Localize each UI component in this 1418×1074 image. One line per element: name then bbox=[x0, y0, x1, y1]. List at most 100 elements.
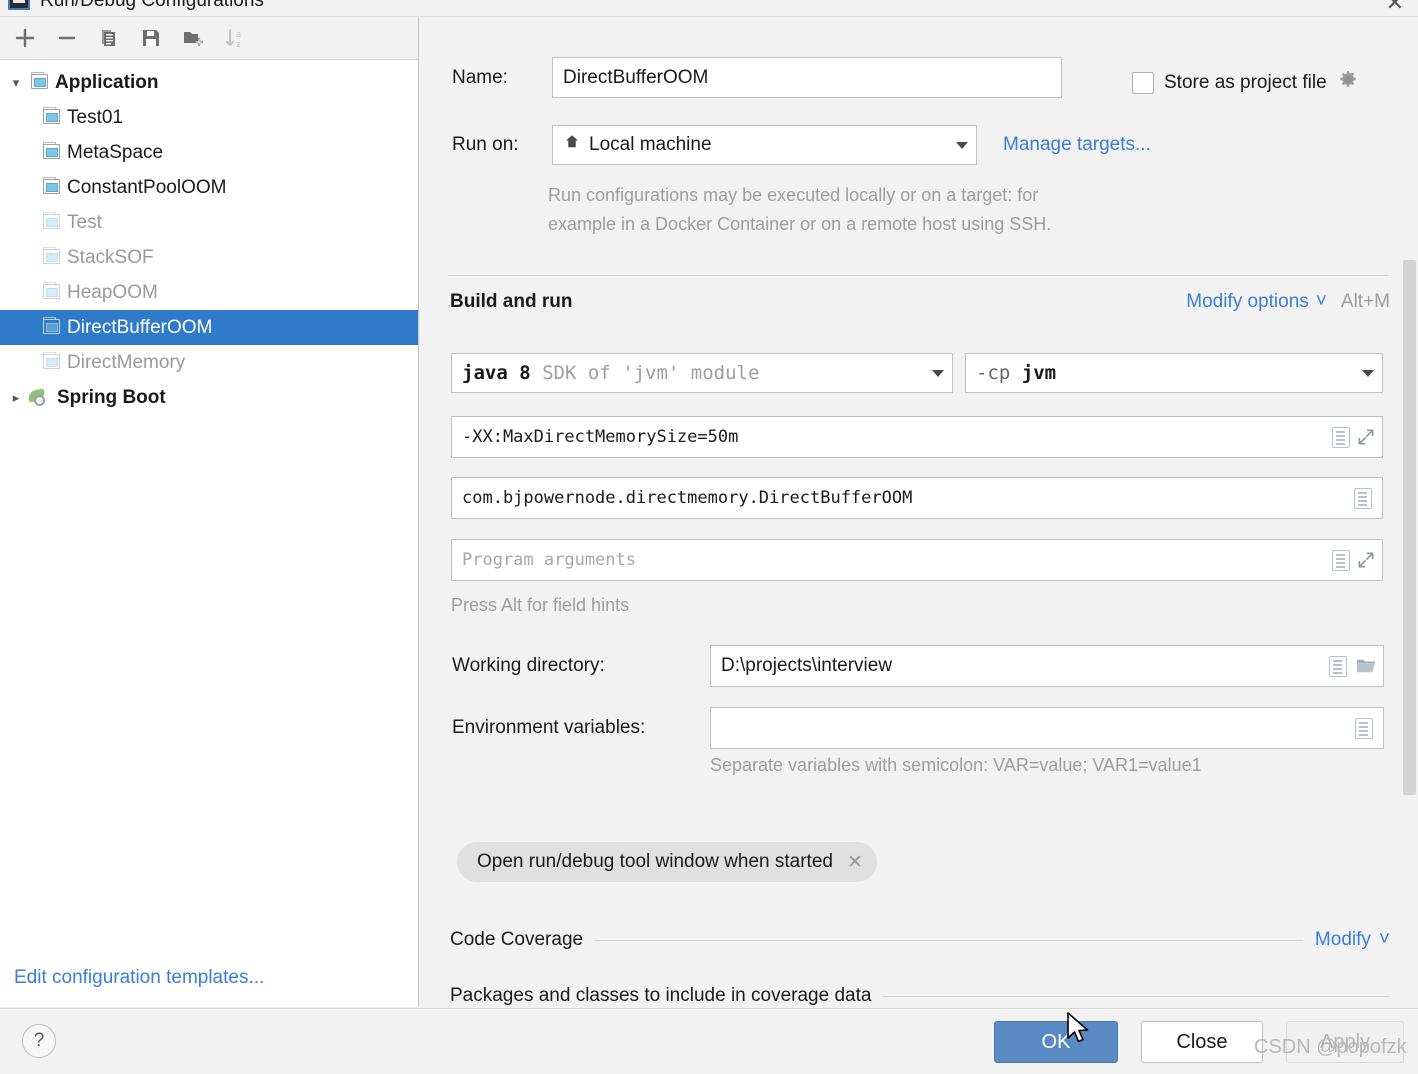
configuration-icon bbox=[40, 351, 60, 372]
tree-item-label: StackSOF bbox=[67, 246, 154, 268]
configuration-icon bbox=[40, 281, 60, 302]
sidebar-toolbar: a z bbox=[0, 17, 418, 60]
new-folder-button[interactable] bbox=[173, 20, 213, 56]
expand-editor-icon[interactable] bbox=[1354, 487, 1372, 509]
gear-icon[interactable] bbox=[1337, 69, 1359, 96]
store-as-project-file-checkbox[interactable] bbox=[1132, 71, 1154, 94]
name-input[interactable]: DirectBufferOOM bbox=[552, 57, 1062, 98]
chevron-down-icon[interactable]: ˅ bbox=[1379, 929, 1390, 951]
svg-text:z: z bbox=[236, 39, 241, 49]
configurations-tree[interactable]: ▾ Application Test01 MetaSpace ConstantP… bbox=[0, 61, 418, 949]
manage-targets-link[interactable]: Manage targets... bbox=[1003, 134, 1151, 156]
program-arguments-input[interactable]: Program arguments bbox=[451, 539, 1383, 581]
copy-configuration-button[interactable] bbox=[89, 20, 129, 56]
jre-value-strong: java 8 bbox=[462, 362, 531, 384]
application-group-icon bbox=[28, 71, 48, 92]
chevron-down-icon[interactable]: ▾ bbox=[4, 71, 28, 95]
chevron-down-icon[interactable] bbox=[932, 369, 944, 377]
local-machine-icon bbox=[563, 133, 581, 157]
run-on-value: Local machine bbox=[589, 134, 712, 155]
classpath-prefix: -cp bbox=[976, 362, 1022, 384]
configuration-icon bbox=[40, 176, 60, 197]
dialog-titlebar: Run/Debug Configurations ✕ bbox=[0, 0, 1418, 16]
help-button[interactable]: ? bbox=[22, 1024, 56, 1058]
divider bbox=[448, 275, 1388, 276]
sort-configurations-button[interactable]: a z bbox=[215, 20, 255, 56]
dialog-footer: ? OK Close Apply bbox=[0, 1008, 1418, 1074]
code-coverage-title: Code Coverage bbox=[450, 929, 584, 950]
save-configuration-button[interactable] bbox=[131, 20, 171, 56]
edit-configuration-templates-link[interactable]: Edit configuration templates... bbox=[14, 967, 264, 989]
chevron-down-icon[interactable]: ˅ bbox=[1316, 291, 1327, 313]
chevron-right-icon[interactable]: ▸ bbox=[4, 386, 28, 410]
expand-editor-icon[interactable] bbox=[1332, 549, 1350, 571]
close-icon[interactable]: ✕ bbox=[847, 851, 863, 874]
environment-variables-input[interactable] bbox=[710, 707, 1384, 749]
configuration-editor-panel: Name: DirectBufferOOM Store as project f… bbox=[420, 16, 1418, 1007]
expand-editor-icon[interactable] bbox=[1332, 426, 1350, 448]
run-on-target-dropdown[interactable]: Local machine bbox=[552, 125, 977, 165]
name-label: Name: bbox=[452, 66, 508, 88]
modify-options-shortcut: Alt+M bbox=[1340, 291, 1390, 312]
classpath-module-dropdown[interactable]: -cp jvm bbox=[965, 353, 1383, 393]
tree-item-label: Test01 bbox=[67, 106, 123, 128]
field-hints-text: Press Alt for field hints bbox=[451, 595, 630, 615]
expand-editor-icon[interactable] bbox=[1329, 655, 1347, 677]
remove-configuration-button[interactable] bbox=[47, 20, 87, 56]
tree-group-application[interactable]: ▾ Application bbox=[0, 65, 418, 100]
working-directory-input[interactable]: D:\projects\interview bbox=[710, 645, 1384, 687]
coverage-packages-title: Packages and classes to include in cover… bbox=[450, 985, 872, 1006]
divider bbox=[883, 995, 1390, 997]
tree-item-label: ConstantPoolOOM bbox=[67, 176, 227, 198]
tree-item-label: MetaSpace bbox=[67, 141, 164, 163]
tree-item-label: Application bbox=[55, 71, 159, 93]
vertical-scrollbar[interactable] bbox=[1403, 260, 1416, 1007]
program-arguments-placeholder: Program arguments bbox=[462, 550, 636, 570]
chevron-down-icon[interactable] bbox=[956, 141, 968, 149]
close-icon[interactable]: ✕ bbox=[1386, 0, 1404, 14]
open-run-debug-tool-window-chip[interactable]: Open run/debug tool window when started … bbox=[457, 842, 877, 882]
sidebar-item-heapoom[interactable]: HeapOOM bbox=[0, 275, 418, 310]
configurations-sidebar: a z ▾ Application Test01 MetaSpace Const… bbox=[0, 16, 419, 1007]
close-button[interactable]: Close bbox=[1141, 1021, 1263, 1063]
sidebar-item-constantpooloom[interactable]: ConstantPoolOOM bbox=[0, 170, 418, 205]
sidebar-item-stacksof[interactable]: StackSOF bbox=[0, 240, 418, 275]
sidebar-item-directmemory[interactable]: DirectMemory bbox=[0, 345, 418, 380]
classpath-module: jvm bbox=[1021, 362, 1057, 384]
browse-folder-icon[interactable] bbox=[1355, 657, 1377, 675]
vm-options-value: -XX:MaxDirectMemorySize=50m bbox=[462, 427, 739, 447]
configuration-icon bbox=[40, 106, 60, 127]
chevron-down-icon[interactable] bbox=[1362, 369, 1374, 377]
main-class-input[interactable]: com.bjpowernode.directmemory.DirectBuffe… bbox=[451, 477, 1383, 519]
expand-arrows-icon[interactable] bbox=[1356, 427, 1376, 447]
apply-button[interactable]: Apply bbox=[1286, 1021, 1404, 1063]
sidebar-item-metaspace[interactable]: MetaSpace bbox=[0, 135, 418, 170]
tree-item-label: HeapOOM bbox=[67, 281, 158, 303]
target-hint-line-2: example in a Docker Container or on a re… bbox=[548, 214, 1052, 234]
configuration-icon bbox=[40, 246, 60, 267]
sidebar-item-directbufferoom[interactable]: DirectBufferOOM bbox=[0, 310, 418, 345]
expand-arrows-icon[interactable] bbox=[1356, 550, 1376, 570]
tree-item-label: DirectMemory bbox=[67, 351, 186, 373]
expand-editor-icon[interactable] bbox=[1355, 717, 1373, 739]
add-configuration-button[interactable] bbox=[5, 20, 45, 56]
modify-options-link[interactable]: Modify options bbox=[1186, 291, 1309, 313]
tree-item-label: DirectBufferOOM bbox=[67, 316, 213, 338]
sidebar-item-test[interactable]: Test bbox=[0, 205, 418, 240]
run-debug-icon bbox=[8, 0, 30, 10]
main-class-value: com.bjpowernode.directmemory.DirectBuffe… bbox=[462, 488, 913, 508]
vm-options-input[interactable]: -XX:MaxDirectMemorySize=50m bbox=[451, 416, 1383, 458]
tree-group-spring-boot[interactable]: ▸ Spring Boot bbox=[0, 380, 418, 415]
working-directory-label: Working directory: bbox=[452, 655, 605, 676]
svg-text:a: a bbox=[236, 29, 241, 39]
spring-boot-icon bbox=[27, 387, 52, 408]
scrollbar-thumb[interactable] bbox=[1403, 260, 1416, 795]
jre-dropdown[interactable]: java 8 SDK of 'jvm' module bbox=[451, 353, 953, 393]
ok-button[interactable]: OK bbox=[994, 1021, 1118, 1063]
tree-item-label: Test bbox=[67, 211, 102, 233]
run-debug-configurations-dialog: Run/Debug Configurations ✕ a z ▾ Applica… bbox=[0, 0, 1418, 1074]
code-coverage-modify-link[interactable]: Modify bbox=[1315, 929, 1371, 951]
store-as-project-file-label: Store as project file bbox=[1164, 71, 1327, 93]
configuration-icon bbox=[40, 211, 60, 232]
sidebar-item-test01[interactable]: Test01 bbox=[0, 100, 418, 135]
